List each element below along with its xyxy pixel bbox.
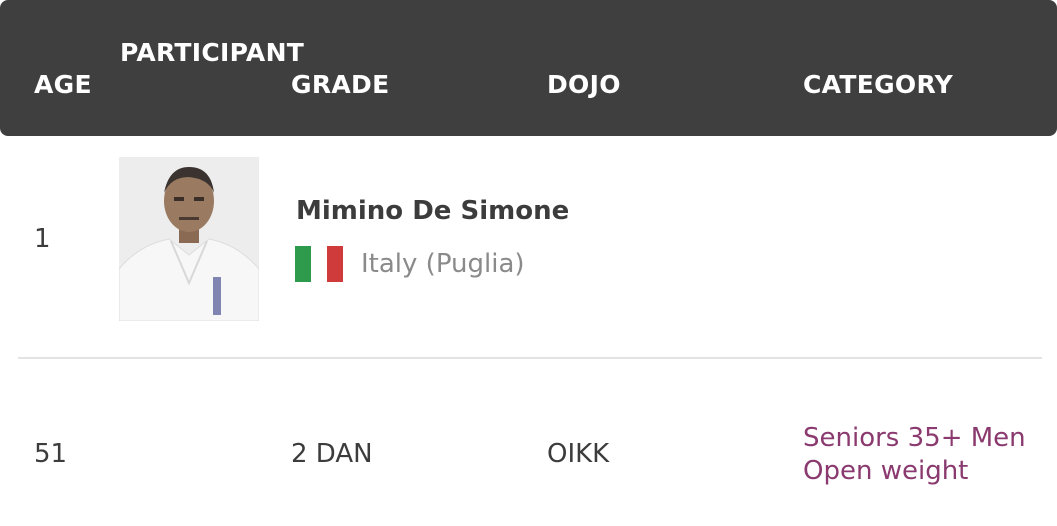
participant-dojo: OIKK xyxy=(547,439,610,469)
column-header-dojo[interactable]: DOJO xyxy=(547,70,621,99)
participant-photo xyxy=(119,157,259,321)
italy-flag-icon xyxy=(295,246,343,282)
participant-age: 51 xyxy=(34,439,68,469)
table-header: AGE PARTICIPANT GRADE DOJO CATEGORY xyxy=(0,0,1057,136)
participant-category-link[interactable]: Seniors 35+ Men Open weight xyxy=(803,422,1048,488)
category-line-1[interactable]: Seniors 35+ Men xyxy=(803,422,1048,455)
participant-number: 1 xyxy=(34,224,51,254)
participant-grade: 2 DAN xyxy=(291,439,373,469)
participant-name[interactable]: Mimino De Simone xyxy=(296,196,569,226)
column-header-participant[interactable]: PARTICIPANT xyxy=(120,38,304,67)
participant-country: Italy (Puglia) xyxy=(361,249,525,279)
person-photo-icon xyxy=(119,157,259,321)
column-header-grade[interactable]: GRADE xyxy=(291,70,389,99)
column-header-category[interactable]: CATEGORY xyxy=(803,70,953,99)
category-line-2[interactable]: Open weight xyxy=(803,455,1048,488)
row-divider xyxy=(18,357,1042,359)
column-header-age[interactable]: AGE xyxy=(34,70,92,99)
